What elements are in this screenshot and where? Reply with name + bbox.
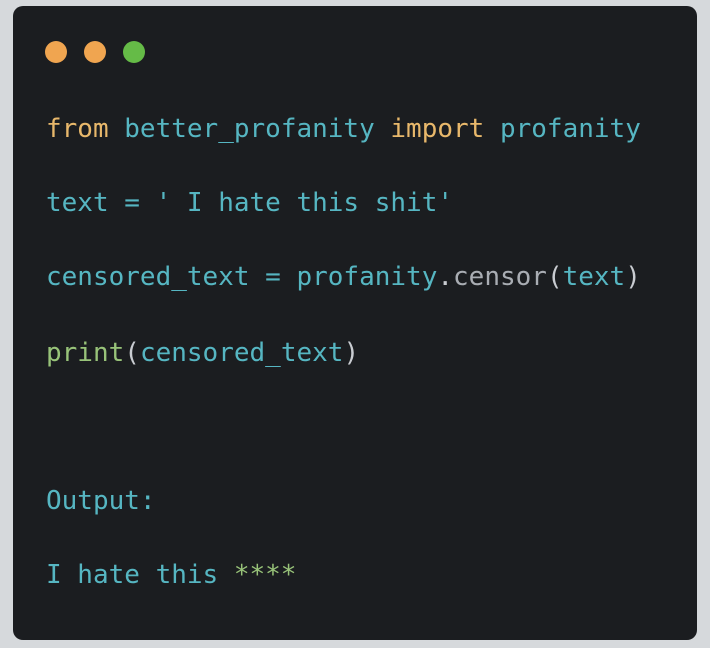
function-print: print: [46, 338, 125, 368]
output-label: Output:: [46, 484, 156, 518]
imported-name: profanity: [499, 114, 641, 144]
object-profanity: profanity: [296, 262, 438, 292]
argument-censored-text: censored_text: [139, 338, 344, 368]
variable-censored-text: censored_text: [46, 262, 250, 292]
left-paren: (: [546, 262, 563, 292]
module-name: better_profanity: [124, 114, 375, 144]
maximize-dot-icon[interactable]: [123, 41, 145, 63]
output-line: I hate this ****: [46, 558, 296, 592]
output-text: I hate this: [46, 560, 219, 590]
argument-text: text: [562, 262, 626, 292]
code-window: from better_profanity import profanity t…: [13, 6, 697, 640]
right-paren: ): [343, 338, 360, 368]
code-line-censor: censored_text = profanity.censor(text): [46, 260, 641, 294]
code-block: from better_profanity import profanity t…: [46, 6, 641, 590]
left-paren: (: [124, 338, 140, 368]
output-label-text: Output:: [46, 486, 156, 516]
dot-operator: .: [437, 262, 454, 292]
operator-equals: =: [265, 262, 281, 292]
keyword-from: from: [46, 114, 109, 144]
code-line-assign-text: text = ' I hate this shit': [46, 186, 453, 220]
string-literal: ' I hate this shit': [155, 188, 454, 218]
variable-text: text: [46, 188, 109, 218]
keyword-import: import: [390, 114, 485, 144]
code-line-import: from better_profanity import profanity: [46, 112, 641, 146]
method-censor: censor: [453, 262, 547, 292]
code-line-print: print(censored_text): [46, 336, 359, 370]
operator-equals: =: [124, 188, 140, 218]
output-masked: ****: [233, 560, 297, 590]
right-paren: ): [625, 262, 641, 292]
